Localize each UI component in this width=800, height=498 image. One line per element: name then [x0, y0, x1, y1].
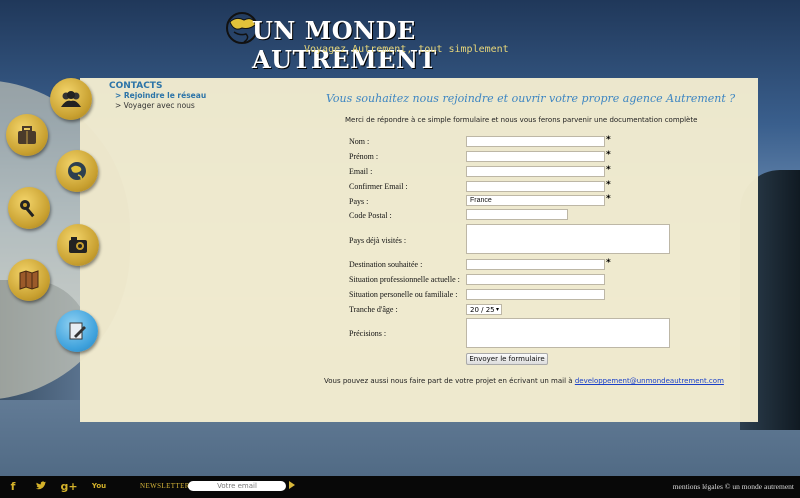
contact-email-link[interactable]: developpement@unmondeautrement.com	[575, 377, 724, 385]
site-logo[interactable]: UN MONDE AUTREMENT Voyagez Autrement, to…	[222, 8, 582, 74]
email-field[interactable]	[466, 166, 605, 177]
sidebar-menu: CONTACTS > Rejoindre le réseau > Voyager…	[109, 81, 206, 111]
contact-note-text: Vous pouvez aussi nous faire part de vot…	[324, 377, 573, 385]
destination-label: Destination souhaitée :	[349, 260, 423, 269]
prenom-label: Prénom :	[349, 152, 379, 161]
newsletter-submit-arrow-icon[interactable]	[289, 481, 295, 489]
pays-field[interactable]: France	[466, 195, 605, 206]
tranche-age-label: Tranche d'âge :	[349, 305, 398, 314]
newsletter-email-input[interactable]: Votre email	[188, 481, 286, 491]
tranche-age-select[interactable]: 20 / 25 ▾	[466, 304, 502, 315]
nom-field[interactable]	[466, 136, 605, 147]
confirm-email-label: Confirmer Email :	[349, 182, 408, 191]
nav-contact-button[interactable]	[56, 310, 98, 352]
situation-pro-field[interactable]	[466, 274, 605, 285]
situation-pro-label: Situation professionnelle actuelle :	[349, 275, 460, 284]
people-icon	[61, 91, 81, 107]
facebook-icon[interactable]: f	[6, 479, 20, 493]
nav-people-button[interactable]	[50, 78, 92, 120]
tranche-age-value: 20 / 25	[470, 306, 495, 314]
site-tagline: Voyagez Autrement, tout simplement	[304, 44, 509, 55]
email-required-mark: *	[606, 165, 611, 175]
prenom-field[interactable]	[466, 151, 605, 162]
camera-icon	[69, 237, 87, 253]
destination-required-mark: *	[606, 258, 611, 268]
destination-field[interactable]	[466, 259, 605, 270]
prenom-required-mark: *	[606, 150, 611, 160]
twitter-bird-icon	[35, 481, 47, 490]
confirm-email-field[interactable]	[466, 181, 605, 192]
contact-note: Vous pouvez aussi nous faire part de vot…	[324, 377, 724, 385]
confirm-email-required-mark: *	[606, 180, 611, 190]
pays-visites-label: Pays déjà visités :	[349, 236, 407, 245]
code-postal-field[interactable]	[466, 209, 568, 220]
pays-label: Pays :	[349, 197, 369, 206]
legal-notice[interactable]: mentions légales © un monde autrement	[673, 482, 794, 491]
nav-suitcase-button[interactable]	[6, 114, 48, 156]
situation-perso-field[interactable]	[466, 289, 605, 300]
sidebar-item-rejoindre[interactable]: > Rejoindre le réseau	[115, 91, 206, 101]
sidebar-item-voyager[interactable]: > Voyager avec nous	[115, 101, 206, 111]
precisions-label: Précisions :	[349, 329, 387, 338]
twitter-icon[interactable]	[34, 479, 48, 493]
form-intro: Merci de répondre à ce simple formulaire…	[345, 116, 698, 124]
submit-button[interactable]: Envoyer le formulaire	[466, 353, 548, 365]
nav-globe-button[interactable]	[56, 150, 98, 192]
globe-icon	[68, 162, 86, 180]
email-label: Email :	[349, 167, 373, 176]
pen-icon	[69, 322, 86, 340]
nom-required-mark: *	[606, 135, 611, 145]
nom-label: Nom :	[349, 137, 370, 146]
nav-camera-button[interactable]	[57, 224, 99, 266]
key-icon	[20, 200, 35, 218]
map-icon	[19, 270, 39, 290]
nav-key-button[interactable]	[8, 187, 50, 229]
code-postal-label: Code Postal :	[349, 211, 392, 220]
newsletter-label: NEWSLETTER	[140, 482, 190, 490]
youtube-icon[interactable]: You	[92, 479, 106, 493]
nav-map-button[interactable]	[8, 259, 50, 301]
chevron-down-icon: ▾	[495, 306, 499, 313]
pays-required-mark: *	[606, 194, 611, 204]
suitcase-icon	[18, 126, 36, 144]
situation-perso-label: Situation personelle ou familiale :	[349, 290, 458, 299]
pays-visites-textarea[interactable]	[466, 224, 670, 254]
precisions-textarea[interactable]	[466, 318, 670, 348]
sidebar-title: CONTACTS	[109, 81, 163, 91]
google-plus-icon[interactable]: g+	[60, 479, 77, 493]
form-heading: Vous souhaitez nous rejoindre et ouvrir …	[326, 92, 736, 105]
